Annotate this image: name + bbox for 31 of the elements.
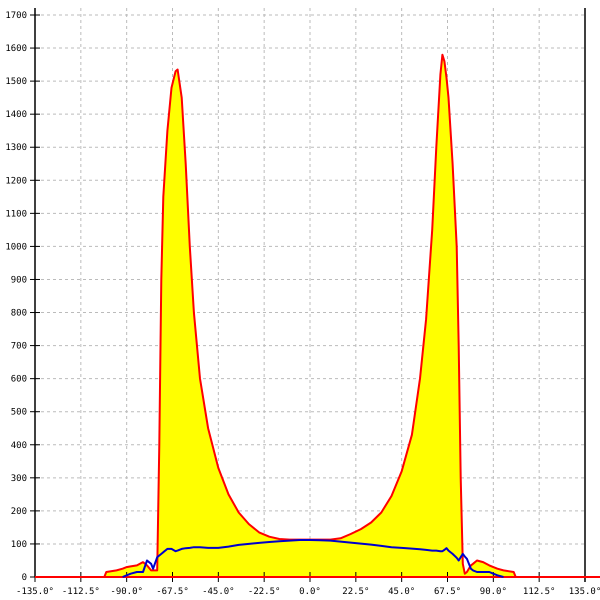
y-tick-label: 1600 bbox=[5, 44, 27, 54]
y-tick-label: 700 bbox=[10, 342, 27, 352]
x-tick-label: 112.5° bbox=[522, 587, 556, 597]
y-tick-label: 1200 bbox=[5, 176, 27, 186]
y-tick-label: 900 bbox=[10, 275, 27, 286]
y-tick-label: 0 bbox=[22, 573, 27, 583]
x-tick-label: -67.5° bbox=[156, 587, 189, 597]
y-tick-label: 1700 bbox=[5, 11, 27, 21]
y-tick-label: 300 bbox=[10, 474, 27, 484]
x-tick-label: -45.0° bbox=[202, 587, 235, 597]
y-tick-label: 1300 bbox=[5, 143, 27, 154]
x-tick-label: 45.0° bbox=[388, 587, 416, 597]
y-tick-label: 1400 bbox=[5, 110, 27, 120]
x-tick-label: -135.0° bbox=[16, 587, 54, 597]
y-tick-label: 1100 bbox=[5, 209, 27, 220]
y-tick-label: 400 bbox=[10, 440, 27, 451]
y-tick-label: 1500 bbox=[5, 77, 27, 88]
x-tick-label: -90.0° bbox=[110, 587, 143, 597]
y-tick-label: 800 bbox=[10, 308, 27, 319]
y-tick-label: 100 bbox=[10, 540, 27, 550]
x-tick-label: -112.5° bbox=[62, 587, 100, 597]
x-tick-label: 0.0° bbox=[299, 587, 321, 597]
y-tick-label: 200 bbox=[10, 506, 27, 517]
x-tick-label: 67.5° bbox=[434, 587, 462, 597]
x-tick-label: 90.0° bbox=[480, 587, 507, 597]
y-tick-label: 500 bbox=[10, 408, 27, 418]
x-tick-label: 135.0° bbox=[568, 587, 600, 597]
y-tick-label: 600 bbox=[10, 374, 27, 385]
x-tick-label: 22.5° bbox=[342, 587, 370, 597]
y-tick-label: 1000 bbox=[5, 242, 27, 252]
x-tick-label: -22.5° bbox=[248, 587, 280, 597]
